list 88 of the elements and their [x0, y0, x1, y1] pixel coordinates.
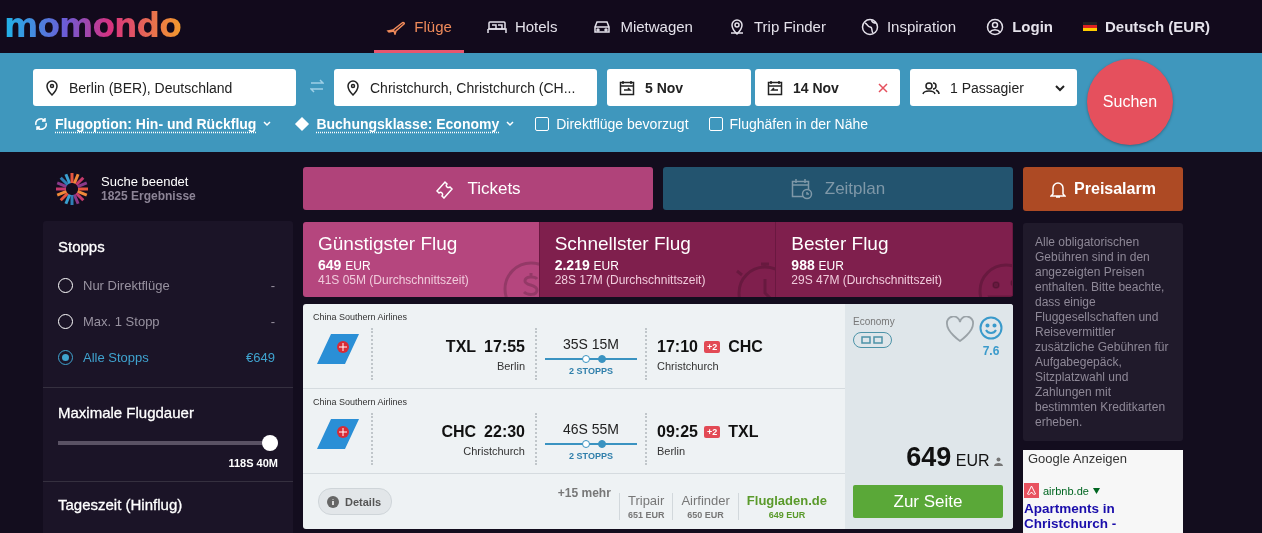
- more-providers-link[interactable]: +15 mehr: [557, 486, 619, 500]
- spinner-icon: [55, 171, 89, 206]
- language-selector[interactable]: Deutsch (EUR): [1071, 0, 1222, 53]
- airline-name: China Southern Airlines: [313, 312, 409, 322]
- return-date-field[interactable]: 14 Nov: [755, 69, 900, 106]
- result-count: 1825 Ergebnisse: [101, 189, 196, 203]
- departure-time: CHC 22:30: [440, 423, 525, 441]
- cabin-class: Economy: [853, 316, 895, 327]
- sort-tab[interactable]: Bester Flug 988 EUR 29S 47M (Durchschnittszeit): [776, 222, 1013, 297]
- slider-thumb[interactable]: [262, 435, 278, 451]
- close-icon: [878, 82, 888, 93]
- map-pin-icon: [346, 79, 360, 96]
- smiley-icon: [979, 316, 1003, 340]
- destination-field[interactable]: Christchurch, Christchurch (CH...: [334, 69, 597, 106]
- radio-label[interactable]: Nur Direktflüge: [83, 277, 170, 293]
- person-icon: [994, 457, 1003, 466]
- city-name: Christchurch: [462, 445, 525, 457]
- dropdown-caret-icon: [1092, 487, 1100, 494]
- status-title: Suche beendet: [101, 174, 190, 189]
- radio-label[interactable]: Alle Stopps: [83, 349, 149, 365]
- loop-arrows-icon: [33, 116, 49, 132]
- chevron-down-icon: [262, 120, 273, 128]
- option-dropdown[interactable]: Flugoption: Hin- und Rückflug: [33, 116, 273, 132]
- checkbox-label[interactable]: Direktflüge bevorzugt: [556, 116, 689, 132]
- swap-arrows-icon: [310, 78, 324, 93]
- flight-duration: 35S 15M: [561, 336, 620, 352]
- ad-label: Google Anzeigen: [1028, 450, 1129, 466]
- option-price: €649: [246, 349, 276, 365]
- departure-time: TXL 17:55: [444, 338, 525, 356]
- sort-tab[interactable]: Schnellster Flug 2.219 EUR 28S 17M (Durchschnittszeit): [539, 222, 777, 297]
- radio-label[interactable]: Max. 1 Stopp: [83, 313, 160, 329]
- provider-link[interactable]: Tripair 651 EUR: [618, 493, 673, 520]
- option-dropdown[interactable]: Buchungsklasse: Economy: [294, 116, 516, 132]
- ad-domain-link[interactable]: airbnb.de: [1043, 484, 1089, 497]
- car-icon: [592, 18, 613, 35]
- checkbox-label[interactable]: Flughäfen in der Nähe: [729, 116, 869, 132]
- nav-tab[interactable]: Hotels: [474, 0, 570, 53]
- slider-reading: 118S 40M: [227, 457, 278, 469]
- fee-notice: Alle obligatorischen Gebühren sind in den angezeigten Preisen enthalten. Bitte beachte, dass einige Fluggesellschaften und Reisevermittler zusätzliche Gebühren für Aufgabegepäck, Sitzplatzwahl und Zahlungen mit bestimmten Kreditkarten erheben.: [1023, 223, 1183, 441]
- calendar-icon: [619, 79, 635, 96]
- departure-date-field[interactable]: 5 Nov: [607, 69, 751, 106]
- option-price: -: [270, 313, 276, 329]
- nav-tab[interactable]: Inspiration: [848, 0, 969, 53]
- search-button[interactable]: Suchen: [1087, 59, 1173, 145]
- city-name: Berlin: [495, 360, 525, 372]
- nav-tab[interactable]: Trip Finder: [715, 0, 838, 53]
- chevron-down-icon: [505, 120, 516, 128]
- passenger-dropdown[interactable]: 1 Passagier: [910, 69, 1077, 106]
- sort-tab[interactable]: Günstigster Flug 649 EUR 41S 05M (Durchschnittszeit): [303, 222, 540, 297]
- flight-duration: 46S 55M: [561, 421, 620, 437]
- provider-link[interactable]: Flugladen.de 649 EUR: [737, 493, 835, 520]
- price-alert-button[interactable]: Preisalarm: [1023, 167, 1183, 211]
- view-tab[interactable]: Tickets: [303, 167, 653, 210]
- provider-link[interactable]: Airfinder 650 EUR: [672, 493, 738, 520]
- stops-count: 2 STOPPS: [568, 451, 614, 461]
- city-name: Christchurch: [657, 360, 720, 372]
- checkbox[interactable]: [708, 117, 723, 131]
- origin-field[interactable]: Berlin (BER), Deutschland: [33, 69, 296, 106]
- chevron-down-icon: [1055, 84, 1065, 93]
- details-button[interactable]: Details: [318, 488, 393, 515]
- flag-icon: [1083, 21, 1097, 32]
- day-offset-badge: +2: [703, 341, 721, 353]
- nav-tab[interactable]: Mietwagen: [580, 0, 705, 53]
- ad-headline-link[interactable]: Apartments in Christchurch -: [1024, 501, 1183, 531]
- airline-name: China Southern Airlines: [313, 397, 409, 407]
- day-offset-badge: +2: [703, 426, 721, 438]
- city-name: Berlin: [657, 445, 687, 457]
- section-title: Stopps: [58, 238, 106, 255]
- total-price: 649 EUR: [853, 442, 1003, 473]
- bag-icons: [860, 336, 885, 344]
- info-icon: [327, 495, 339, 508]
- calendar-icon: [767, 79, 783, 96]
- bed-icon: [486, 18, 507, 35]
- section-title: Tageszeit (Hinflug): [58, 496, 184, 513]
- people-icon: [922, 79, 940, 96]
- stops-count: 2 STOPPS: [568, 366, 614, 376]
- globe-icon: [860, 17, 879, 36]
- section-title: Maximale Flugdauer: [58, 404, 195, 421]
- rating-score: 7.6: [981, 344, 1001, 358]
- calendar-clock-icon: [790, 177, 813, 200]
- bell-icon: [1050, 180, 1067, 198]
- login-link[interactable]: Login: [974, 0, 1065, 53]
- option-price: -: [270, 277, 276, 293]
- map-pin-icon: [45, 79, 59, 96]
- airline-tail-logo: [317, 419, 359, 449]
- airline-tail-logo: [317, 334, 359, 364]
- checkbox[interactable]: [535, 117, 550, 131]
- person-circle-icon: [986, 17, 1005, 36]
